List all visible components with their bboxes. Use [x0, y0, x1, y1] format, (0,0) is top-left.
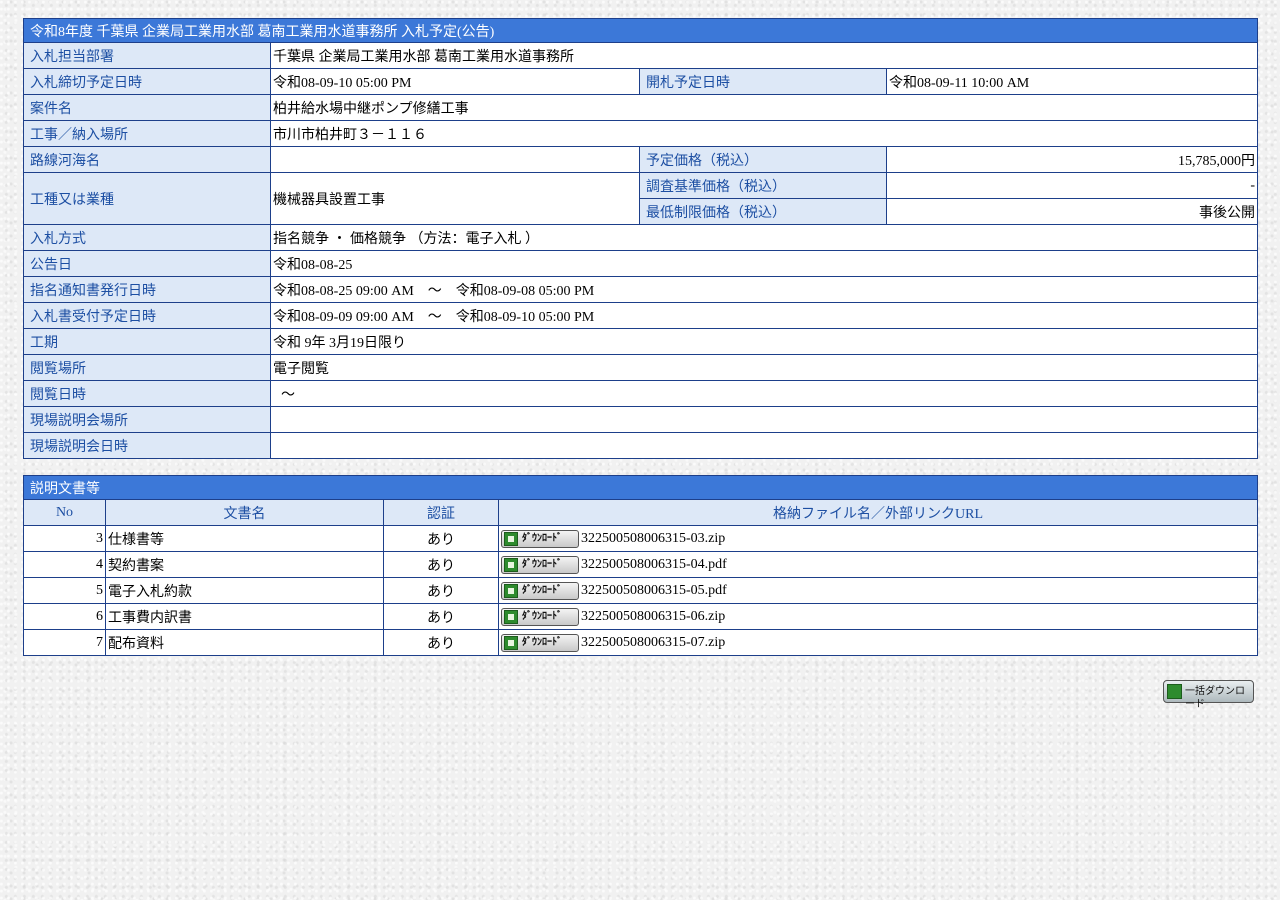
doc-no: 3: [23, 525, 106, 552]
planned-price-value: 15,785,000円: [885, 146, 1259, 173]
doc-no: 5: [23, 577, 106, 604]
doc-file-cell: ﾀﾞｳﾝﾛｰﾄﾞ 322500508006315-07.zip: [498, 629, 1258, 656]
briefing-place-label: 現場説明会場所: [23, 406, 271, 433]
download-button[interactable]: ﾀﾞｳﾝﾛｰﾄﾞ: [501, 633, 579, 652]
notice-date-label: 公告日: [23, 250, 271, 277]
doc-file-cell: ﾀﾞｳﾝﾛｰﾄﾞ 322500508006315-05.pdf: [498, 577, 1258, 604]
notice-date-value: 令和08-08-25: [269, 250, 1259, 277]
case-name-value: 柏井給水場中継ポンプ修繕工事: [269, 94, 1259, 121]
doc-file-name: 322500508006315-03.zip: [581, 530, 726, 546]
doc-auth: あり: [383, 629, 499, 656]
view-place-label: 閲覧場所: [23, 354, 271, 381]
doc-no: 4: [23, 551, 106, 578]
floppy-disk-icon: [504, 531, 518, 546]
download-button[interactable]: ﾀﾞｳﾝﾛｰﾄﾞ: [501, 529, 579, 548]
route-label: 路線河海名: [23, 146, 271, 173]
floppy-disk-icon: [1167, 684, 1182, 699]
opening-label: 開札予定日時: [639, 68, 887, 95]
doc-name: 仕様書等: [105, 525, 384, 552]
doc-name: 契約書案: [105, 551, 384, 578]
download-button-label: ﾀﾞｳﾝﾛｰﾄﾞ: [522, 558, 562, 570]
doc-no: 6: [23, 603, 106, 630]
briefing-date-value: [269, 432, 1259, 459]
col-header-auth: 認証: [383, 499, 499, 526]
min-price-label: 最低制限価格（税込）: [639, 198, 887, 225]
bid-method-value: 指名競争 ・ 価格競争 （方法：電子入札 ）: [269, 224, 1259, 251]
deadline-value: 令和08-09-10 05:00 PM: [270, 68, 640, 95]
view-place-value: 電子閲覧: [269, 354, 1259, 381]
col-header-no: No: [23, 499, 106, 526]
floppy-disk-icon: [504, 609, 518, 624]
download-button-label: ﾀﾞｳﾝﾛｰﾄﾞ: [522, 610, 562, 622]
download-button-label: ﾀﾞｳﾝﾛｰﾄﾞ: [522, 532, 562, 544]
work-type-value: 機械器具設置工事: [270, 172, 640, 225]
doc-file-name: 322500508006315-04.pdf: [581, 556, 727, 572]
doc-auth: あり: [383, 551, 499, 578]
table-row: 5 電子入札約款 あり ﾀﾞｳﾝﾛｰﾄﾞ 322500508006315-05.p…: [23, 577, 1258, 604]
opening-value: 令和08-09-11 10:00 AM: [885, 68, 1259, 95]
bid-info-table: 令和8年度 千葉県 企業局工業用水部 葛南工業用水道事務所 入札予定(公告) 入…: [22, 18, 1259, 459]
view-date-label: 閲覧日時: [23, 380, 271, 407]
doc-file-name: 322500508006315-05.pdf: [581, 582, 727, 598]
acceptance-value: 令和08-09-09 09:00 AM ～ 令和08-09-10 05:00 P…: [269, 302, 1259, 329]
col-header-name: 文書名: [105, 499, 384, 526]
table-row: 4 契約書案 あり ﾀﾞｳﾝﾛｰﾄﾞ 322500508006315-04.pdf: [23, 551, 1258, 578]
min-price-value: 事後公開: [885, 198, 1259, 225]
nomination-value: 令和08-08-25 09:00 AM ～ 令和08-09-08 05:00 P…: [269, 276, 1259, 303]
view-date-value: ～: [269, 380, 1259, 407]
briefing-date-label: 現場説明会日時: [23, 432, 271, 459]
doc-file-name: 322500508006315-07.zip: [581, 634, 726, 650]
download-button[interactable]: ﾀﾞｳﾝﾛｰﾄﾞ: [501, 607, 579, 626]
department-label: 入札担当部署: [23, 42, 271, 69]
period-label: 工期: [23, 328, 271, 355]
table-row: 6 工事費内訳書 あり ﾀﾞｳﾝﾛｰﾄﾞ 322500508006315-06.z…: [23, 603, 1258, 630]
bulk-download-button[interactable]: 一括ダウンロード: [1163, 680, 1254, 710]
floppy-disk-icon: [504, 583, 518, 598]
bid-method-label: 入札方式: [23, 224, 271, 251]
route-value: [270, 146, 640, 173]
case-name-label: 案件名: [23, 94, 271, 121]
table-row: 7 配布資料 あり ﾀﾞｳﾝﾛｰﾄﾞ 322500508006315-07.zip: [23, 629, 1258, 656]
location-value: 市川市柏井町３－１１６: [269, 120, 1259, 147]
download-button[interactable]: ﾀﾞｳﾝﾛｰﾄﾞ: [501, 581, 579, 600]
location-label: 工事／納入場所: [23, 120, 271, 147]
deadline-label: 入札締切予定日時: [23, 68, 271, 95]
doc-name: 配布資料: [105, 629, 384, 656]
doc-name: 電子入札約款: [105, 577, 384, 604]
bulk-download-label: 一括ダウンロード: [1185, 686, 1245, 710]
doc-file-cell: ﾀﾞｳﾝﾛｰﾄﾞ 322500508006315-04.pdf: [498, 551, 1258, 578]
download-button[interactable]: ﾀﾞｳﾝﾛｰﾄﾞ: [501, 555, 579, 574]
bid-info-caption: 令和8年度 千葉県 企業局工業用水部 葛南工業用水道事務所 入札予定(公告): [22, 18, 1259, 43]
doc-no: 7: [23, 629, 106, 656]
doc-auth: あり: [383, 577, 499, 604]
survey-price-value: -: [885, 172, 1259, 199]
doc-auth: あり: [383, 525, 499, 552]
col-header-file: 格納ファイル名／外部リンクURL: [498, 499, 1258, 526]
download-button-label: ﾀﾞｳﾝﾛｰﾄﾞ: [522, 584, 562, 596]
briefing-place-value: [269, 406, 1259, 433]
documents-table: 説明文書等 No 文書名 認証 格納ファイル名／外部リンクURL 3 仕様書等 …: [23, 475, 1258, 656]
doc-file-cell: ﾀﾞｳﾝﾛｰﾄﾞ 322500508006315-03.zip: [498, 525, 1258, 552]
doc-file-name: 322500508006315-06.zip: [581, 608, 726, 624]
floppy-disk-icon: [504, 557, 518, 572]
survey-price-label: 調査基準価格（税込）: [639, 172, 887, 199]
table-row: 3 仕様書等 あり ﾀﾞｳﾝﾛｰﾄﾞ 322500508006315-03.zip: [23, 525, 1258, 552]
doc-auth: あり: [383, 603, 499, 630]
acceptance-label: 入札書受付予定日時: [23, 302, 271, 329]
doc-name: 工事費内訳書: [105, 603, 384, 630]
work-type-label: 工種又は業種: [23, 172, 271, 225]
period-value: 令和 9年 3月19日限り: [269, 328, 1259, 355]
doc-file-cell: ﾀﾞｳﾝﾛｰﾄﾞ 322500508006315-06.zip: [498, 603, 1258, 630]
floppy-disk-icon: [504, 635, 518, 650]
download-button-label: ﾀﾞｳﾝﾛｰﾄﾞ: [522, 636, 562, 648]
nomination-label: 指名通知書発行日時: [23, 276, 271, 303]
planned-price-label: 予定価格（税込）: [639, 146, 887, 173]
documents-caption: 説明文書等: [23, 475, 1258, 500]
department-value: 千葉県 企業局工業用水部 葛南工業用水道事務所: [269, 42, 1259, 69]
